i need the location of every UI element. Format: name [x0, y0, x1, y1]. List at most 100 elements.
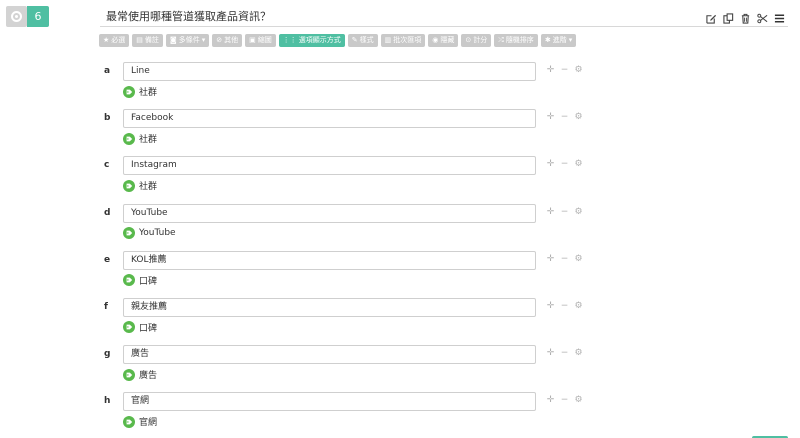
toolbar-button-label: 進階: [552, 36, 567, 44]
option-input[interactable]: Line: [123, 62, 536, 81]
option-input[interactable]: 親友推薦: [123, 297, 536, 317]
option-tag[interactable]: 口碑: [123, 274, 157, 287]
required-button[interactable]: ★ 必選: [99, 34, 130, 47]
toolbar-button-label: 批次匯項: [393, 36, 422, 44]
tag-icon: [123, 415, 135, 428]
option-tag[interactable]: 社群: [123, 179, 157, 192]
option-row: c Instagram ✛ − ⚙ 社群: [100, 156, 600, 203]
option-input[interactable]: YouTube: [123, 203, 536, 223]
move-icon[interactable]: ✛: [546, 112, 555, 122]
menu-icon[interactable]: [773, 12, 786, 25]
settings-icon[interactable]: ⚙: [574, 159, 583, 169]
question-title[interactable]: 最常使用哪種管道獲取產品資訊？: [100, 9, 788, 27]
move-icon[interactable]: ✛: [546, 254, 555, 264]
toolbar-button-label: 必選: [111, 36, 126, 44]
option-letter: c: [104, 160, 110, 171]
settings-icon[interactable]: ⚙: [574, 348, 583, 358]
tag-icon: [123, 85, 135, 98]
option-row: h 官網 ✛ − ⚙ 官網: [100, 392, 600, 438]
settings-icon[interactable]: ⚙: [574, 112, 583, 122]
option-input[interactable]: KOL推薦: [123, 250, 536, 270]
settings-icon[interactable]: ⚙: [574, 65, 583, 75]
toolbar-button-label: 計分: [473, 36, 488, 44]
caret-down-icon: ▾: [568, 36, 573, 44]
option-letter: d: [104, 207, 111, 218]
required-icon: ★: [103, 36, 110, 44]
score-button[interactable]: ⊙ 計分: [461, 34, 492, 47]
settings-icon[interactable]: ⚙: [574, 254, 583, 264]
move-icon[interactable]: ✛: [546, 348, 555, 358]
option-input[interactable]: 廣告: [123, 345, 536, 365]
option-tag[interactable]: 社群: [123, 132, 157, 145]
score-icon: ⊙: [465, 36, 472, 44]
note-button[interactable]: ▤ 備註: [132, 34, 163, 47]
option-tag[interactable]: 官網: [123, 415, 157, 428]
move-icon[interactable]: ✛: [546, 301, 555, 311]
advanced-button[interactable]: ✱ 進階 ▾: [540, 34, 577, 47]
option-controls: ✛ − ⚙: [546, 301, 583, 311]
thumbnail-button[interactable]: ▣ 縮圖: [245, 34, 276, 47]
style-button[interactable]: ✎ 樣式: [347, 34, 378, 47]
option-tag[interactable]: YouTube: [123, 226, 176, 239]
remove-icon[interactable]: −: [560, 159, 569, 169]
option-letter: f: [104, 301, 108, 312]
option-tag-label: 社群: [139, 88, 158, 98]
thumbnail-icon: ▣: [249, 36, 256, 44]
option-tag[interactable]: 社群: [123, 85, 157, 98]
remove-icon[interactable]: −: [560, 207, 569, 217]
advanced-icon: ✱: [544, 36, 551, 44]
option-input[interactable]: Facebook: [123, 109, 536, 129]
option-tag[interactable]: 廣告: [123, 368, 157, 381]
remove-icon[interactable]: −: [560, 348, 569, 358]
settings-icon[interactable]: ⚙: [574, 301, 583, 311]
option-row: g 廣告 ✛ − ⚙ 廣告: [100, 345, 600, 392]
edit-icon[interactable]: [705, 12, 718, 25]
option-tag-label: 廣告: [139, 371, 158, 382]
copy-icon[interactable]: [722, 12, 735, 25]
toolbar-button-label: 備註: [144, 36, 159, 44]
remove-icon[interactable]: −: [560, 395, 569, 405]
option-controls: ✛ − ⚙: [546, 254, 583, 264]
style-icon: ✎: [351, 36, 358, 44]
remove-icon[interactable]: −: [560, 112, 569, 122]
remove-icon[interactable]: −: [560, 254, 569, 264]
option-tag-label: 社群: [139, 135, 158, 146]
option-tag-label: 官網: [139, 418, 158, 429]
batch-import-icon: ▥: [384, 36, 392, 44]
option-list: a Line ✛ − ⚙ 社群 b Facebook ✛ − ⚙ 社群 c Instagram ✛ − ⚙ 社群 d…: [100, 62, 600, 438]
option-tag[interactable]: 口碑: [123, 321, 157, 334]
option-letter: e: [104, 254, 111, 265]
option-input[interactable]: 官網: [123, 392, 536, 412]
remove-icon[interactable]: −: [560, 65, 569, 75]
move-icon[interactable]: ✛: [546, 395, 555, 405]
settings-icon[interactable]: ⚙: [574, 207, 583, 217]
settings-icon[interactable]: ⚙: [574, 395, 583, 405]
tag-icon: [123, 179, 135, 192]
note-icon: ▤: [136, 36, 143, 44]
option-display-mode-button[interactable]: ⋮⋮ 選項顯示方式: [278, 34, 345, 47]
option-tag-label: 社群: [139, 182, 158, 193]
option-row: d YouTube ✛ − ⚙ YouTube: [100, 203, 600, 251]
batch-import-button[interactable]: ▥ 批次匯項: [380, 34, 426, 47]
other-icon: ⊘: [216, 36, 223, 44]
option-input[interactable]: Instagram: [123, 156, 536, 176]
option-letter: b: [104, 113, 111, 124]
move-icon[interactable]: ✛: [546, 207, 555, 217]
option-controls: ✛ − ⚙: [546, 65, 583, 75]
toolbar-button-label: 多條件: [178, 36, 200, 44]
option-controls: ✛ − ⚙: [546, 348, 583, 358]
scissors-icon[interactable]: [756, 12, 769, 25]
move-icon[interactable]: ✛: [546, 65, 555, 75]
option-row: e KOL推薦 ✛ − ⚙ 口碑: [100, 250, 600, 298]
option-display-mode-icon: ⋮⋮: [282, 36, 297, 44]
hide-button[interactable]: ◉ 隱藏: [428, 34, 459, 47]
random-order-button[interactable]: ⤮ 隨機排序: [494, 34, 538, 47]
remove-icon[interactable]: −: [560, 301, 569, 311]
multi-condition-button[interactable]: ◙ 多條件 ▾: [165, 34, 210, 47]
move-icon[interactable]: ✛: [546, 159, 555, 169]
toolbar-button-label: 選項顯示方式: [298, 36, 341, 44]
other-button[interactable]: ⊘ 其他: [212, 34, 243, 47]
trash-icon[interactable]: [739, 12, 752, 25]
option-controls: ✛ − ⚙: [546, 207, 583, 217]
option-row: a Line ✛ − ⚙ 社群: [100, 62, 600, 109]
